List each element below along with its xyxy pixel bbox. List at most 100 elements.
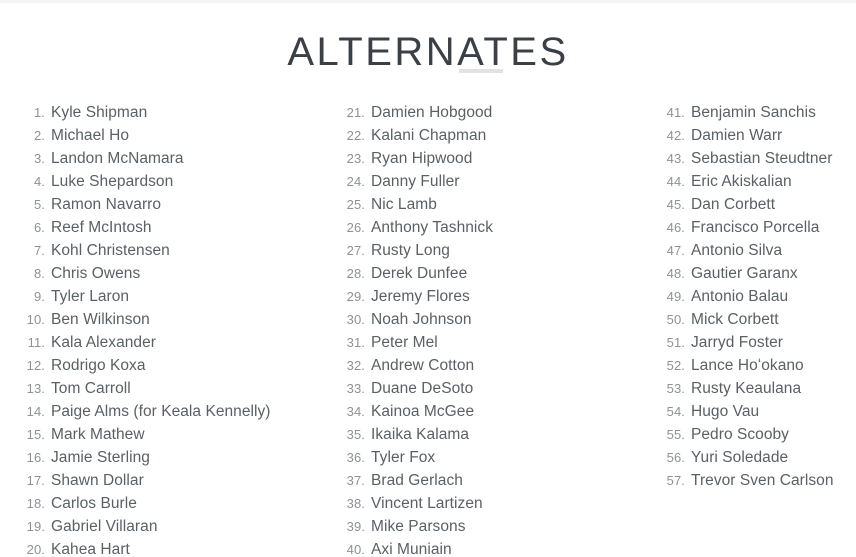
list-item-number: 25.	[346, 197, 365, 212]
list-item: 41. Benjamin Sanchis	[640, 101, 856, 124]
list-item-name: Tyler Laron	[51, 288, 130, 305]
list-item-name: Danny Fuller	[371, 173, 460, 190]
alternates-list-2: 21. Damien Hobgood 22. Kalani Chapman 23. Rya…	[320, 101, 640, 557]
list-item: 53. Rusty Keaulana	[640, 377, 856, 400]
list-item: 18. Carlos Burle	[0, 492, 320, 515]
list-item: 52. Lance Hoʻokano	[640, 354, 856, 377]
list-item-name: Kyle Shipman	[51, 104, 148, 121]
list-item: 34. Kainoa McGee	[320, 400, 640, 423]
list-item-number: 19.	[26, 519, 45, 534]
list-item-number: 24.	[346, 174, 365, 189]
list-item-number: 11.	[27, 335, 45, 350]
alternates-list-3: 41. Benjamin Sanchis 42. Damien Warr 43. Seba…	[640, 101, 856, 492]
list-item: 27. Rusty Long	[320, 239, 640, 262]
list-item-name: Antonio Balau	[691, 288, 789, 305]
list-item-name: Andrew Cotton	[371, 357, 475, 374]
list-item: 30. Noah Johnson	[320, 308, 640, 331]
list-item-name: Noah Johnson	[371, 311, 472, 328]
list-item: 23. Ryan Hipwood	[320, 147, 640, 170]
list-item-name: Jeremy Flores	[371, 288, 470, 305]
list-item-number: 43.	[666, 151, 685, 166]
list-item: 45. Dan Corbett	[640, 193, 856, 216]
list-item-number: 28.	[346, 266, 365, 281]
list-item-number: 34.	[346, 404, 365, 419]
list-item-number: 31.	[346, 335, 365, 350]
list-item-number: 54.	[666, 404, 685, 419]
list-item-name: Mark Mathew	[51, 426, 145, 443]
list-item: 29. Jeremy Flores	[320, 285, 640, 308]
title-divider	[459, 69, 503, 73]
alternates-column-1: 1. Kyle Shipman 2. Michael Ho 3. Landon McNam…	[0, 101, 320, 557]
list-item: 50. Mick Corbett	[640, 308, 856, 331]
list-item: 36. Tyler Fox	[320, 446, 640, 469]
list-item-number: 4.	[33, 174, 45, 189]
list-item-name: Pedro Scooby	[691, 426, 789, 443]
list-item-number: 8.	[33, 266, 45, 281]
list-item-name: Jarryd Foster	[691, 334, 783, 351]
list-item: 37. Brad Gerlach	[320, 469, 640, 492]
list-item-name: Paige Alms (for Keala Kennelly)	[51, 403, 271, 420]
list-item-name: Brad Gerlach	[371, 472, 463, 489]
alternates-column-2: 21. Damien Hobgood 22. Kalani Chapman 23. Rya…	[320, 101, 640, 557]
list-item-name: Jamie Sterling	[51, 449, 150, 466]
list-item: 22. Kalani Chapman	[320, 124, 640, 147]
list-item-name: Vincent Lartizen	[371, 495, 483, 512]
list-item: 21. Damien Hobgood	[320, 101, 640, 124]
list-item: 24. Danny Fuller	[320, 170, 640, 193]
list-item-name: Francisco Porcella	[691, 219, 820, 236]
list-item: 56. Yuri Soledade	[640, 446, 856, 469]
list-item-number: 49.	[666, 289, 685, 304]
list-item: 19. Gabriel Villaran	[0, 515, 320, 538]
list-item-number: 29.	[346, 289, 365, 304]
list-item-name: Yuri Soledade	[691, 449, 789, 466]
list-item-name: Michael Ho	[51, 127, 130, 144]
alternates-page: ALTERNATES 1. Kyle Shipman 2. Michael Ho 3. L…	[0, 0, 856, 557]
list-item-number: 56.	[666, 450, 685, 465]
list-item-number: 42.	[666, 128, 685, 143]
page-title: ALTERNATES	[287, 29, 569, 74]
list-item-name: Peter Mel	[371, 334, 438, 351]
list-item-number: 3.	[33, 151, 45, 166]
list-item: 10. Ben Wilkinson	[0, 308, 320, 331]
list-item: 35. Ikaika Kalama	[320, 423, 640, 446]
alternates-list-1: 1. Kyle Shipman 2. Michael Ho 3. Landon McNam…	[0, 101, 320, 557]
list-item: 43. Sebastian Steudtner	[640, 147, 856, 170]
list-item: 55. Pedro Scooby	[640, 423, 856, 446]
list-item-number: 44.	[666, 174, 685, 189]
list-item-name: Luke Shepardson	[51, 173, 174, 190]
list-item-number: 40.	[346, 542, 365, 557]
list-item: 33. Duane DeSoto	[320, 377, 640, 400]
list-item-number: 21.	[346, 105, 365, 120]
list-item-number: 6.	[33, 220, 45, 235]
list-item-number: 37.	[346, 473, 365, 488]
list-item-name: Hugo Vau	[691, 403, 760, 420]
list-item-name: Benjamin Sanchis	[691, 104, 816, 121]
list-item: 25. Nic Lamb	[320, 193, 640, 216]
list-item-number: 32.	[346, 358, 365, 373]
list-item: 6. Reef McIntosh	[0, 216, 320, 239]
list-item-number: 26.	[346, 220, 365, 235]
list-item-number: 20.	[26, 542, 45, 557]
list-item-name: Gautier Garanx	[691, 265, 798, 282]
list-item: 32. Andrew Cotton	[320, 354, 640, 377]
list-item: 11. Kala Alexander	[0, 331, 320, 354]
list-item: 44. Eric Akiskalian	[640, 170, 856, 193]
page-top-edge	[0, 0, 856, 3]
list-item-number: 45.	[666, 197, 685, 212]
list-item-number: 22.	[346, 128, 365, 143]
list-item: 57. Trevor Sven Carlson	[640, 469, 856, 492]
list-item-name: Gabriel Villaran	[51, 518, 158, 535]
list-item: 28. Derek Dunfee	[320, 262, 640, 285]
list-item-name: Kohl Christensen	[51, 242, 170, 259]
list-item-number: 23.	[346, 151, 365, 166]
list-item-number: 17.	[26, 473, 45, 488]
list-item-number: 38.	[346, 496, 365, 511]
list-item-name: Dan Corbett	[691, 196, 776, 213]
list-item: 8. Chris Owens	[0, 262, 320, 285]
list-item-number: 33.	[346, 381, 365, 396]
list-item-name: Rusty Long	[371, 242, 450, 259]
list-item-number: 53.	[666, 381, 685, 396]
list-item-name: Axi Muniain	[371, 541, 452, 557]
list-item-name: Lance Hoʻokano	[691, 357, 804, 374]
list-item: 13. Tom Carroll	[0, 377, 320, 400]
